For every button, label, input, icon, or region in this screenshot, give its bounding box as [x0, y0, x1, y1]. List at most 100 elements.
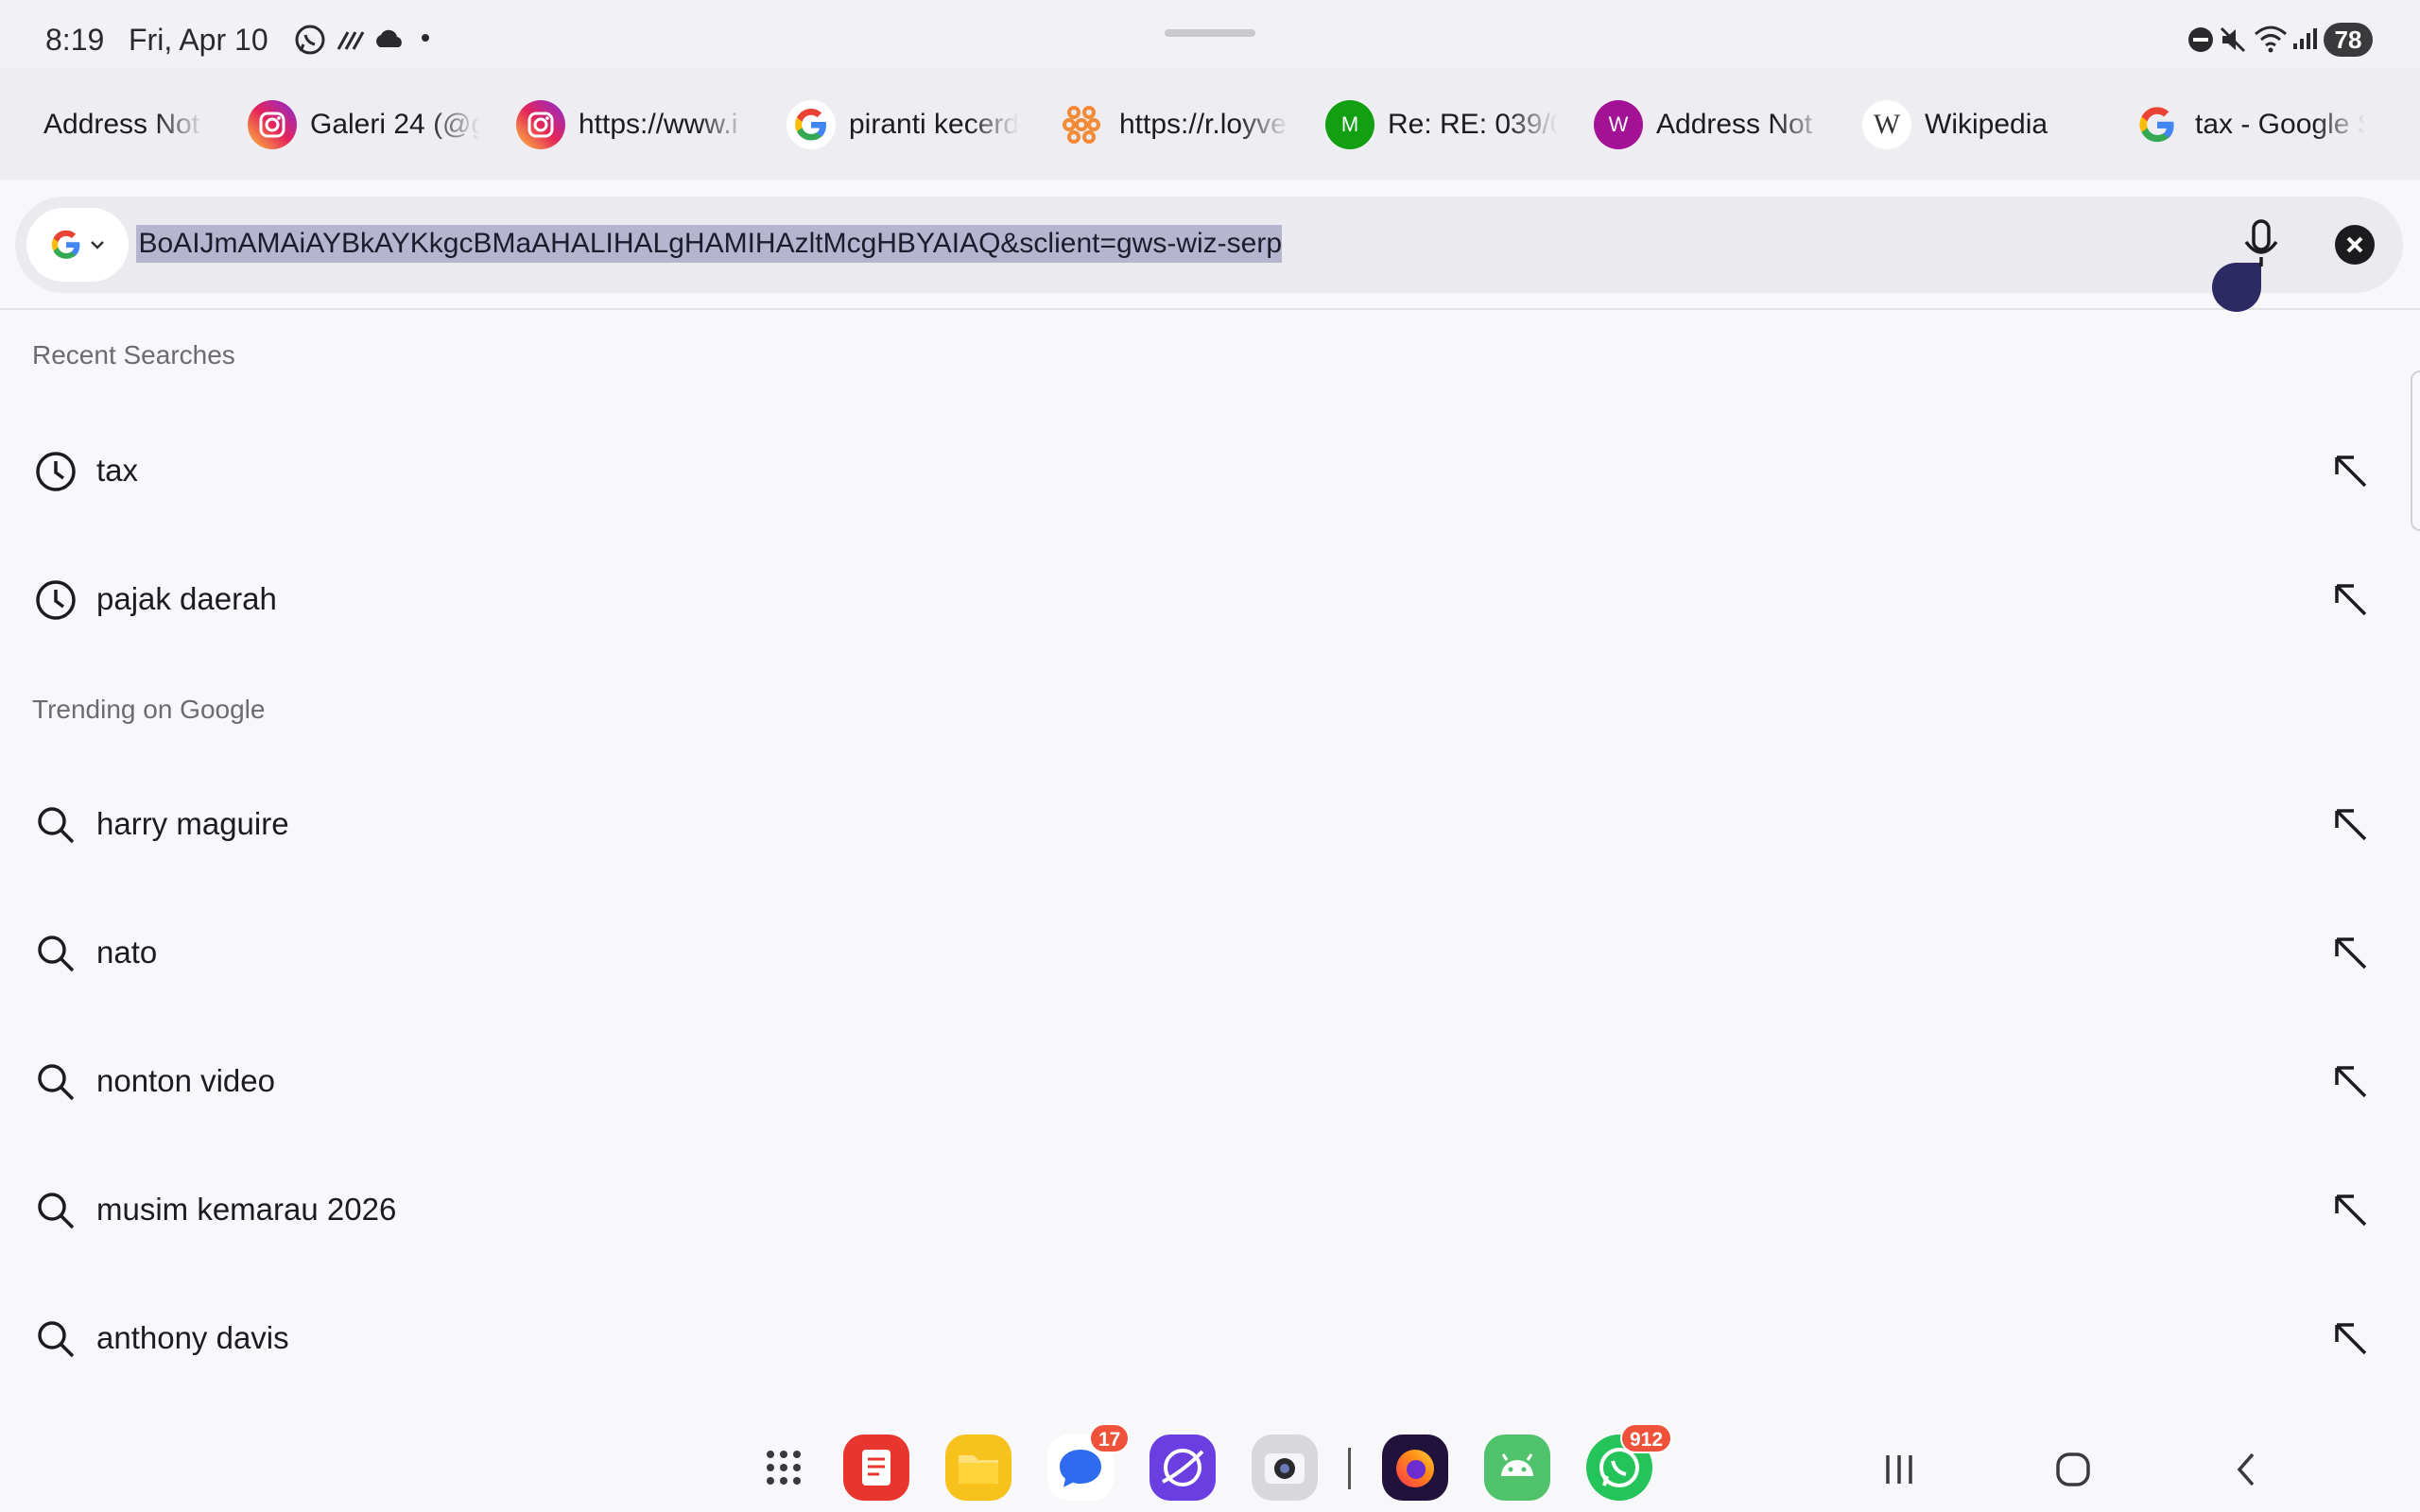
clear-url-button[interactable]	[2335, 225, 2375, 265]
search-icon	[38, 936, 75, 972]
fill-query-arrow-icon[interactable]	[2329, 1317, 2373, 1361]
notes-app-icon[interactable]	[843, 1435, 909, 1501]
whatsapp-badge: 912	[1620, 1423, 1673, 1453]
search-icon	[38, 807, 75, 844]
mute-icon	[2218, 25, 2248, 55]
dnd-icon	[2186, 25, 2216, 55]
history-icon	[36, 580, 76, 620]
dot-icon	[422, 34, 429, 42]
firefox-app-icon[interactable]	[1382, 1435, 1448, 1501]
recents-icon	[1886, 1455, 1912, 1484]
home-button[interactable]	[2049, 1446, 2097, 1493]
data-saver-icon	[335, 26, 367, 53]
trending-search-item[interactable]: musim kemarau 2026	[0, 1153, 2420, 1266]
address-bar[interactable]: &ved=2ahUKEwj95eGYigUYQxiwA0izHlAAWABwAX…	[15, 197, 2403, 293]
suggestion-label: musim kemarau 2026	[96, 1192, 397, 1227]
microphone-icon	[2244, 219, 2278, 266]
tab-label: Address Not	[1656, 109, 1813, 140]
status-bar: 8:19 Fri, Apr 10 78	[0, 0, 2420, 68]
recent-search-item[interactable]: tax	[0, 414, 2420, 527]
back-button[interactable]	[2223, 1446, 2271, 1493]
taskbar: 17 912	[0, 1408, 2420, 1512]
suggestion-label: harry maguire	[96, 806, 289, 841]
google-icon	[2133, 100, 2182, 149]
instagram-icon	[248, 100, 297, 149]
suggestion-label: pajak daerah	[96, 581, 277, 616]
tab-address-not-2[interactable]: W Address Not	[1594, 87, 1830, 163]
signal-icon	[2291, 26, 2318, 51]
files-app-icon[interactable]	[945, 1435, 1011, 1501]
messages-app-icon[interactable]: 17	[1047, 1423, 1131, 1501]
trending-header: Trending on Google	[32, 695, 266, 724]
fill-query-arrow-icon[interactable]	[2329, 1060, 2373, 1104]
drag-handle[interactable]	[1165, 29, 1255, 37]
edge-panel-handle[interactable]	[2411, 370, 2420, 531]
tab-label: Re: RE: 039/0	[1388, 109, 1558, 140]
tab-label: Galeri 24 (@g	[310, 109, 480, 140]
back-icon	[2237, 1452, 2255, 1486]
search-icon	[38, 1064, 75, 1101]
tab-label: https://www.i	[579, 109, 738, 140]
tab-label: https://r.loyve	[1119, 109, 1287, 140]
status-time: 8:19	[45, 23, 105, 57]
tab-label: Wikipedia	[1925, 109, 2048, 140]
tab-instagram-url[interactable]: https://www.i	[516, 87, 752, 163]
google-icon	[49, 228, 83, 262]
wikipedia-icon: W	[1862, 100, 1911, 149]
tab-piranti[interactable]: piranti kecerd	[786, 87, 1023, 163]
tab-label: Address Not	[43, 109, 200, 140]
recent-searches-header: Recent Searches	[32, 340, 235, 369]
suggestion-label: nato	[96, 935, 158, 970]
recent-apps-button[interactable]	[1876, 1446, 1923, 1493]
tab-wikipedia[interactable]: W Wikipedia	[1862, 87, 2099, 163]
recent-search-item[interactable]: pajak daerah	[0, 542, 2420, 656]
messages-badge: 17	[1089, 1423, 1131, 1453]
tab-address-not-1[interactable]: Address Not	[43, 87, 204, 163]
search-icon	[38, 1321, 75, 1358]
whatsapp-icon	[293, 23, 327, 57]
suggestion-label: nonton video	[96, 1063, 275, 1098]
mail-avatar-icon: M	[1325, 100, 1374, 149]
url-text: &ved=2ahUKEwj95eGYigUYQxiwA0izHlAAWABwAX…	[136, 225, 1282, 263]
address-bar-area: &ved=2ahUKEwj95eGYigUYQxiwA0izHlAAWABwAX…	[0, 180, 2420, 310]
fill-query-arrow-icon[interactable]	[2329, 450, 2373, 493]
tab-loyverse[interactable]: https://r.loyve	[1057, 87, 1293, 163]
tab-galeri-24[interactable]: Galeri 24 (@g	[248, 87, 484, 163]
trending-search-item[interactable]: harry maguire	[0, 767, 2420, 881]
suggestion-label: anthony davis	[96, 1320, 289, 1355]
history-icon	[36, 452, 76, 491]
trending-search-item[interactable]: nato	[0, 896, 2420, 1009]
google-icon	[786, 100, 836, 149]
cloud-icon	[372, 26, 406, 51]
search-icon	[38, 1193, 75, 1229]
whatsapp-app-icon[interactable]: 912	[1586, 1423, 1673, 1501]
app-drawer-icon[interactable]	[751, 1435, 817, 1501]
loyverse-icon	[1057, 100, 1106, 149]
close-icon	[2346, 236, 2363, 253]
android-app-icon[interactable]	[1484, 1435, 1550, 1501]
internet-app-icon[interactable]	[1150, 1435, 1216, 1501]
instagram-icon	[516, 100, 565, 149]
avatar-icon: W	[1594, 100, 1643, 149]
tab-label: tax - Google S	[2195, 109, 2365, 140]
battery-icon: 78	[2324, 23, 2373, 57]
suggestion-label: tax	[96, 453, 139, 488]
status-date: Fri, Apr 10	[129, 23, 268, 57]
trending-search-item[interactable]: anthony davis	[0, 1281, 2420, 1395]
home-icon	[2056, 1452, 2090, 1486]
voice-search-button[interactable]	[2237, 215, 2286, 272]
tab-strip: Address Not Galeri 24 (@g https://www.i …	[0, 68, 2420, 180]
tab-tax-google[interactable]: tax - Google S	[2133, 87, 2407, 163]
url-input[interactable]: &ved=2ahUKEwj95eGYigUYQxiwA0izHlAAWABwAX…	[136, 225, 1282, 263]
camera-app-icon[interactable]	[1252, 1435, 1318, 1501]
chevron-down-icon	[89, 238, 106, 251]
fill-query-arrow-icon[interactable]	[2329, 932, 2373, 975]
fill-query-arrow-icon[interactable]	[2329, 803, 2373, 847]
wifi-icon	[2254, 25, 2288, 53]
fill-query-arrow-icon[interactable]	[2329, 1189, 2373, 1232]
dock-divider	[1348, 1448, 1351, 1489]
trending-search-item[interactable]: nonton video	[0, 1024, 2420, 1138]
fill-query-arrow-icon[interactable]	[2329, 578, 2373, 622]
search-engine-selector[interactable]	[26, 208, 129, 282]
tab-re-re[interactable]: M Re: RE: 039/0	[1325, 87, 1562, 163]
